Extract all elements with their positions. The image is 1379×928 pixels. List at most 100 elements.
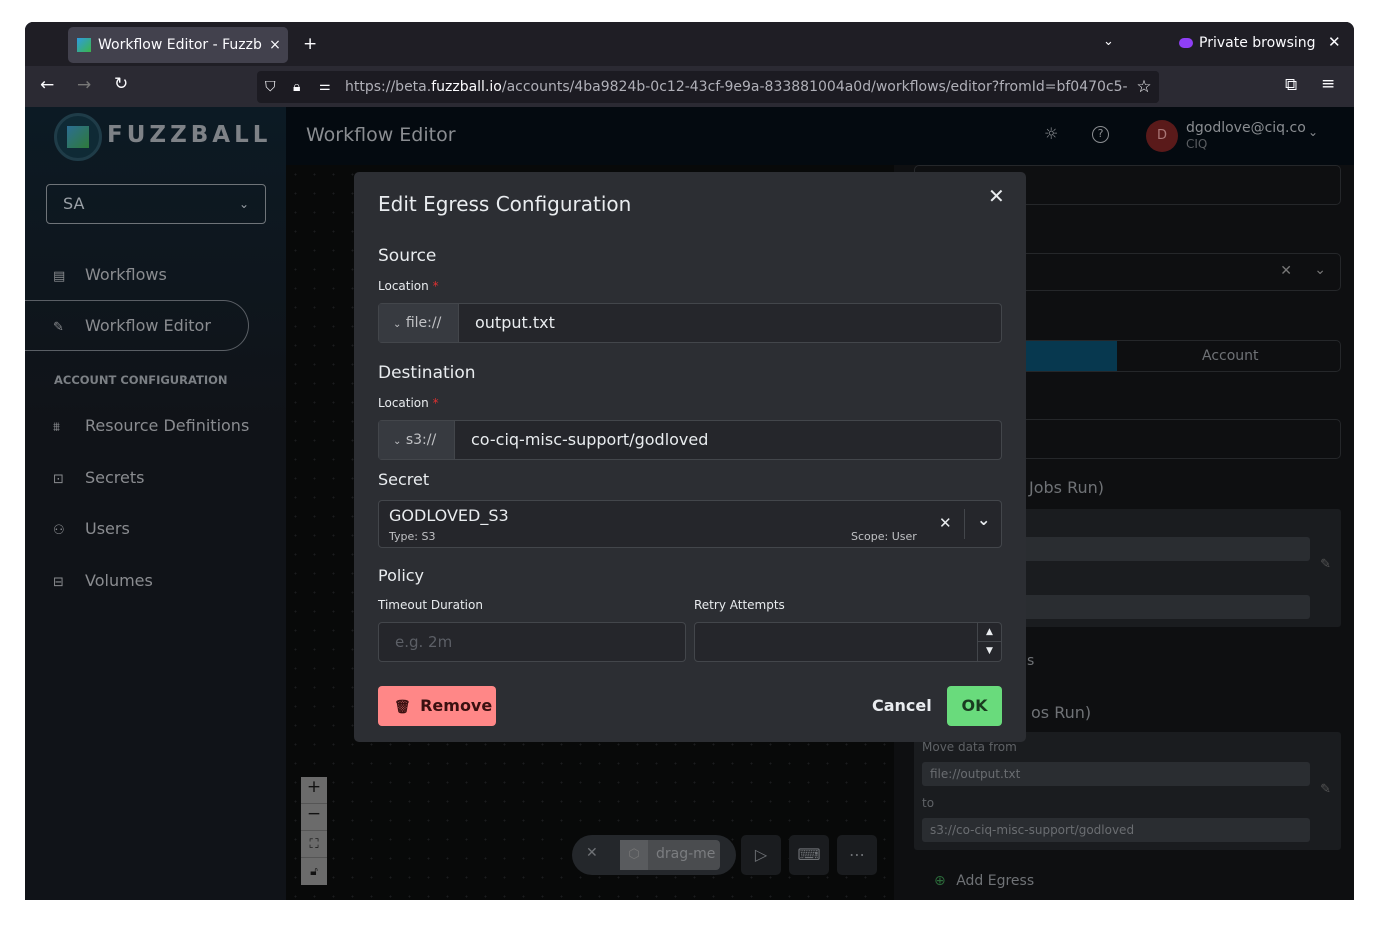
chevron-down-icon[interactable]: ⌄ [977, 510, 990, 529]
more-icon: ⋯ [849, 845, 865, 864]
hierarchy-icon: ⩩ [53, 420, 60, 435]
secret-select[interactable]: GODLOVED_S3 Type: S3 Scope: User ✕ ⌄ [378, 500, 1002, 548]
logo-text: FUZZBALL [107, 122, 272, 148]
scope-option-account[interactable]: Account [1202, 348, 1259, 364]
bookmark-star-icon[interactable]: ☆ [1129, 71, 1159, 103]
private-browsing-label: Private browsing [1199, 35, 1316, 51]
cube-icon: ⬡ [620, 840, 648, 870]
edit-egress-modal: Edit Egress Configuration ✕ Source Locat… [354, 172, 1026, 742]
forward-icon[interactable]: → [77, 75, 91, 95]
chevron-down-icon: ⌄ [238, 197, 249, 211]
ok-button[interactable]: OK [947, 686, 1002, 726]
partial-label: s [1027, 653, 1035, 669]
help-icon[interactable]: ? [1092, 126, 1109, 143]
lock-icon[interactable]: 🔒︎ [293, 71, 300, 103]
app-header: Workflow Editor ☼ ? D dgodlove@ciq.co CI… [286, 107, 1354, 165]
chevron-down-icon[interactable]: ⌄ [1314, 262, 1326, 278]
zoom-out-icon[interactable]: − [301, 804, 327, 831]
nav-bar: ← → ↻ ⛉ 🔒︎ ⚌ https://beta.fuzzball.io/ac… [25, 66, 1354, 107]
drag-node[interactable]: ⬡ drag-me [620, 840, 720, 870]
source-title: Source [378, 246, 437, 266]
retry-label: Retry Attempts [694, 598, 785, 612]
url-path: /accounts/4ba9824b-0c12-43cf-9e9a-833881… [501, 79, 1128, 95]
tab-list-icon[interactable]: ⌄ [1103, 34, 1114, 49]
sidebar-item-label: Workflow Editor [85, 316, 211, 335]
ingress-section-title: Jobs Run) [1029, 478, 1105, 497]
sidebar-item-resource-definitions[interactable]: ⩩ Resource Definitions [53, 416, 249, 435]
cancel-button[interactable]: Cancel [872, 696, 932, 715]
dest-scheme-select[interactable]: ⌄ s3:// [379, 421, 455, 459]
sidebar-item-workflows[interactable]: ▤ Workflows [53, 265, 167, 284]
secret-name: GODLOVED_S3 [389, 506, 509, 525]
private-browsing-icon [1179, 38, 1193, 48]
destination-title: Destination [378, 363, 476, 383]
close-modal-icon[interactable]: ✕ [988, 184, 1005, 208]
shield-icon[interactable]: ⛉ [265, 71, 276, 103]
edit-icon: ✎ [53, 320, 64, 335]
lock-icon[interactable]: 🔓︎ [301, 858, 327, 885]
edit-pencil-icon[interactable]: ✎ [1320, 782, 1331, 797]
user-org: CIQ [1186, 137, 1208, 151]
chevron-down-icon: ⌄ [393, 436, 402, 447]
sidebar-item-workflow-editor-label[interactable]: ✎ Workflow Editor [53, 316, 211, 335]
dest-path-input[interactable]: co-ciq-misc-support/godloved [471, 421, 708, 459]
url-bar[interactable]: ⛉ 🔒︎ ⚌ https://beta.fuzzball.io/accounts… [257, 71, 1159, 103]
url-prefix: https://beta. [345, 79, 432, 95]
decrement-icon[interactable]: ▼ [978, 642, 1001, 660]
increment-icon[interactable]: ▲ [978, 623, 1001, 642]
menu-icon[interactable]: ≡ [1321, 74, 1335, 94]
fit-view-icon[interactable]: ⛶ [301, 831, 327, 858]
required-mark: * [432, 279, 439, 293]
permissions-icon[interactable]: ⚌ [319, 71, 331, 103]
dest-scheme: s3:// [405, 432, 437, 448]
source-scheme-select[interactable]: ⌄ file:// [379, 304, 459, 342]
to-value: s3://co-ciq-misc-support/godloved [922, 818, 1310, 842]
tab-bar: Workflow Editor - Fuzzball × + ⌄ Private… [25, 22, 1354, 66]
source-location-field[interactable]: ⌄ file:// output.txt [378, 303, 1002, 343]
run-button[interactable]: ▷ [741, 835, 781, 875]
close-icon[interactable]: ✕ [586, 845, 598, 861]
retry-stepper[interactable]: ▲ ▼ [977, 623, 1001, 661]
retry-input[interactable]: ▲ ▼ [694, 622, 1002, 662]
remove-label: Remove [420, 696, 493, 715]
sidebar-item-volumes[interactable]: ⊟ Volumes [53, 571, 153, 590]
reload-icon[interactable]: ↻ [114, 74, 128, 94]
close-tab-icon[interactable]: × [262, 27, 288, 63]
sidebar-item-users[interactable]: ⚇ Users [53, 519, 130, 538]
add-egress-button[interactable]: ⊕ Add Egress [934, 873, 1034, 889]
theme-toggle-icon[interactable]: ☼ [1044, 124, 1058, 143]
more-button[interactable]: ⋯ [837, 835, 877, 875]
close-window-icon[interactable]: ✕ [1328, 33, 1341, 51]
page-title: Workflow Editor [306, 124, 456, 146]
secret-type: Type: S3 [389, 530, 436, 543]
egress-card[interactable]: Move data from file://output.txt to s3:/… [914, 732, 1341, 850]
new-tab-icon[interactable]: + [303, 34, 317, 54]
secret-scope: Scope: User [851, 530, 917, 543]
dest-location-field[interactable]: ⌄ s3:// co-ciq-misc-support/godloved [378, 420, 1002, 460]
timeout-input[interactable]: e.g. 2m [378, 622, 686, 662]
source-path-input[interactable]: output.txt [475, 304, 555, 342]
sidebar-item-secrets[interactable]: ⊡ Secrets [53, 468, 144, 487]
users-icon: ⚇ [53, 523, 65, 538]
clear-secret-icon[interactable]: ✕ [939, 514, 952, 532]
user-email[interactable]: dgodlove@ciq.co [1186, 120, 1306, 136]
required-mark: * [432, 396, 439, 410]
remove-button[interactable]: 🗑︎ Remove [378, 686, 496, 726]
avatar[interactable]: D [1146, 120, 1178, 152]
source-location-label: Location [378, 279, 429, 293]
account-select[interactable]: SA ⌄ [46, 184, 266, 224]
clear-icon[interactable]: ✕ [1280, 263, 1292, 279]
edit-pencil-icon[interactable]: ✎ [1320, 557, 1331, 572]
extensions-icon[interactable]: ⧉ [1285, 75, 1297, 95]
browser-tab[interactable]: Workflow Editor - Fuzzball × [68, 27, 288, 63]
canvas-controls: + − ⛶ 🔓︎ [301, 777, 327, 885]
back-icon[interactable]: ← [40, 75, 54, 95]
zoom-in-icon[interactable]: + [301, 777, 327, 804]
keyboard-button[interactable]: ⌨ [789, 835, 829, 875]
volume-icon: ⊟ [53, 575, 64, 590]
to-label: to [922, 796, 935, 810]
plus-circle-icon: ⊕ [934, 873, 946, 889]
url-domain: fuzzball.io [431, 79, 502, 95]
user-menu-chevron-icon[interactable]: ⌄ [1308, 125, 1318, 139]
keyboard-icon: ⌨ [797, 845, 821, 864]
